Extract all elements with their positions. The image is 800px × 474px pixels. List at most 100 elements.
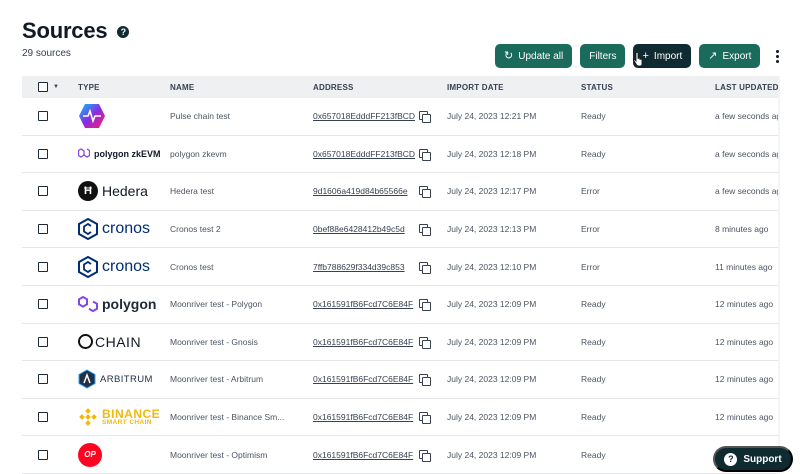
address-link[interactable]: 9d1606a419d84b65566e	[313, 186, 415, 196]
sources-table: ▼ TYPE NAME ADDRESS IMPORT DATE STATUS L…	[22, 76, 778, 474]
select-all-checkbox[interactable]	[38, 82, 48, 92]
copy-icon[interactable]	[419, 111, 431, 124]
row-checkbox[interactable]	[38, 224, 48, 235]
update-all-button[interactable]: ↻ Update all	[495, 44, 573, 68]
address-cell: 0x161591fB6Fcd7C6E84F	[313, 449, 447, 462]
address-link[interactable]: 0bef88e6428412b49c5d	[313, 224, 415, 234]
import-date-cell: July 24, 2023 12:10 PM	[447, 261, 537, 272]
export-button[interactable]: ↗ Export	[699, 44, 761, 68]
copy-icon[interactable]	[419, 336, 431, 349]
type-cell: cronos	[74, 254, 170, 280]
column-header-status[interactable]: STATUS	[581, 83, 715, 92]
column-header-name[interactable]: NAME	[170, 83, 313, 92]
status-cell: Ready	[581, 111, 606, 122]
import-date-cell: July 24, 2023 12:09 PM	[447, 336, 537, 347]
table-row[interactable]: BINANCE SMART CHAIN Moonriver test - Binan…	[22, 399, 778, 437]
address-cell: 7ffb788629f334d39c853	[313, 261, 447, 274]
question-icon: ?	[724, 452, 738, 466]
filters-label: Filters	[589, 50, 617, 62]
address-cell: 0x161591fB6Fcd7C6E84F	[313, 412, 447, 425]
address-link[interactable]: 0x657018EdddFF213fBCD	[313, 111, 415, 121]
sources-count: 29 sources	[22, 48, 71, 59]
copy-icon[interactable]	[419, 374, 431, 387]
address-link[interactable]: 0x657018EdddFF213fBCD	[313, 149, 415, 159]
address-link[interactable]: 0x161591fB6Fcd7C6E84F	[313, 450, 415, 460]
external-link-icon: ↗	[708, 49, 718, 62]
name-cell[interactable]: polygon zkevm	[170, 149, 313, 159]
type-cell	[74, 103, 170, 129]
name-cell[interactable]: Moonriver test - Polygon	[170, 299, 313, 309]
status-cell: Ready	[581, 374, 606, 385]
last-updated-cell: 12 minutes ago	[715, 336, 774, 347]
import-date-cell: July 24, 2023 12:09 PM	[447, 412, 537, 423]
gnosis-chain-logo-icon: CHAIN	[78, 329, 170, 355]
table-row[interactable]: CHAIN Moonriver test - Gnosis 0x161591fB6F…	[22, 324, 778, 362]
copy-icon[interactable]	[419, 449, 431, 462]
status-cell: Ready	[581, 449, 606, 460]
last-updated-cell: a few seconds ago	[715, 186, 778, 197]
table-row[interactable]: polygon Moonriver test - Polygon 0x161591f…	[22, 286, 778, 324]
row-checkbox[interactable]	[38, 449, 48, 460]
status-cell: Error	[581, 224, 600, 235]
column-header-address[interactable]: ADDRESS	[313, 83, 447, 92]
address-link[interactable]: 7ffb788629f334d39c853	[313, 262, 415, 272]
copy-icon[interactable]	[419, 186, 431, 199]
address-link[interactable]: 0x161591fB6Fcd7C6E84F	[313, 374, 415, 384]
name-cell[interactable]: Moonriver test - Arbitrum	[170, 374, 313, 384]
table-row[interactable]: ARBITRUM Moonriver test - Arbitrum 0x16159…	[22, 361, 778, 399]
more-options-icon[interactable]	[770, 44, 784, 68]
name-cell[interactable]: Cronos test	[170, 262, 313, 272]
address-link[interactable]: 0x161591fB6Fcd7C6E84F	[313, 412, 415, 422]
copy-icon[interactable]	[419, 148, 431, 161]
chevron-down-icon[interactable]: ▼	[53, 84, 59, 90]
binance-smart-chain-logo-icon: BINANCE SMART CHAIN	[78, 404, 170, 430]
name-cell[interactable]: Pulse chain test	[170, 111, 313, 121]
page-header: Sources ? 29 sources	[22, 18, 130, 59]
column-header-import-date[interactable]: IMPORT DATE	[447, 83, 581, 92]
type-cell: polygon	[74, 291, 170, 317]
address-link[interactable]: 0x161591fB6Fcd7C6E84F	[313, 299, 415, 309]
row-checkbox[interactable]	[38, 299, 48, 310]
address-cell: 0bef88e6428412b49c5d	[313, 224, 447, 237]
copy-icon[interactable]	[419, 412, 431, 425]
address-link[interactable]: 0x161591fB6Fcd7C6E84F	[313, 337, 415, 347]
row-checkbox[interactable]	[38, 336, 48, 347]
help-icon[interactable]: ?	[117, 26, 130, 38]
row-checkbox[interactable]	[38, 148, 48, 159]
polygon-zkevm-logo-icon: polygon zkEVM	[78, 141, 170, 167]
row-checkbox[interactable]	[38, 186, 48, 197]
name-cell[interactable]: Cronos test 2	[170, 224, 313, 234]
table-row[interactable]: Pulse chain test 0x657018EdddFF213fBCD Jul…	[22, 98, 778, 136]
copy-icon[interactable]	[419, 224, 431, 237]
table-row[interactable]: cronos Cronos test 7ffb788629f334d39c853 Ju…	[22, 248, 778, 286]
table-row[interactable]: Ħ Hedera Hedera test 9d1606a419d84b65566e Ju…	[22, 173, 778, 211]
row-checkbox[interactable]	[38, 412, 48, 423]
copy-icon[interactable]	[419, 299, 431, 312]
table-row[interactable]: cronos Cronos test 2 0bef88e6428412b49c5d J…	[22, 211, 778, 249]
copy-icon[interactable]	[419, 261, 431, 274]
name-cell[interactable]: Moonriver test - Optimism	[170, 450, 313, 460]
name-cell[interactable]: Hedera test	[170, 186, 313, 196]
cronos-logo-icon: cronos	[78, 216, 170, 242]
support-button[interactable]: ? Support	[713, 446, 793, 472]
refresh-icon: ↻	[504, 49, 514, 62]
export-label: Export	[722, 50, 752, 62]
name-cell[interactable]: Moonriver test - Binance Sm...	[170, 412, 313, 422]
address-cell: 0x657018EdddFF213fBCD	[313, 148, 447, 161]
name-cell[interactable]: Moonriver test - Gnosis	[170, 337, 313, 347]
row-checkbox[interactable]	[38, 374, 48, 385]
status-cell: Error	[581, 261, 600, 272]
polygon-logo-icon: polygon	[78, 291, 170, 317]
column-header-last-updated[interactable]: LAST UPDATED	[715, 83, 778, 92]
column-header-type[interactable]: TYPE	[74, 83, 170, 92]
status-cell: Ready	[581, 336, 606, 347]
address-cell: 0x657018EdddFF213fBCD	[313, 111, 447, 124]
filters-button[interactable]: Filters	[580, 44, 626, 68]
hand-cursor-icon	[633, 53, 643, 67]
row-checkbox[interactable]	[38, 261, 48, 272]
address-cell: 0x161591fB6Fcd7C6E84F	[313, 336, 447, 349]
pulsechain-logo-icon	[78, 103, 170, 129]
row-checkbox[interactable]	[38, 111, 48, 122]
table-row[interactable]: OP Moonriver test - Optimism 0x161591fB6Fc…	[22, 436, 778, 474]
table-row[interactable]: polygon zkEVM polygon zkevm 0x657018EdddFF…	[22, 136, 778, 174]
